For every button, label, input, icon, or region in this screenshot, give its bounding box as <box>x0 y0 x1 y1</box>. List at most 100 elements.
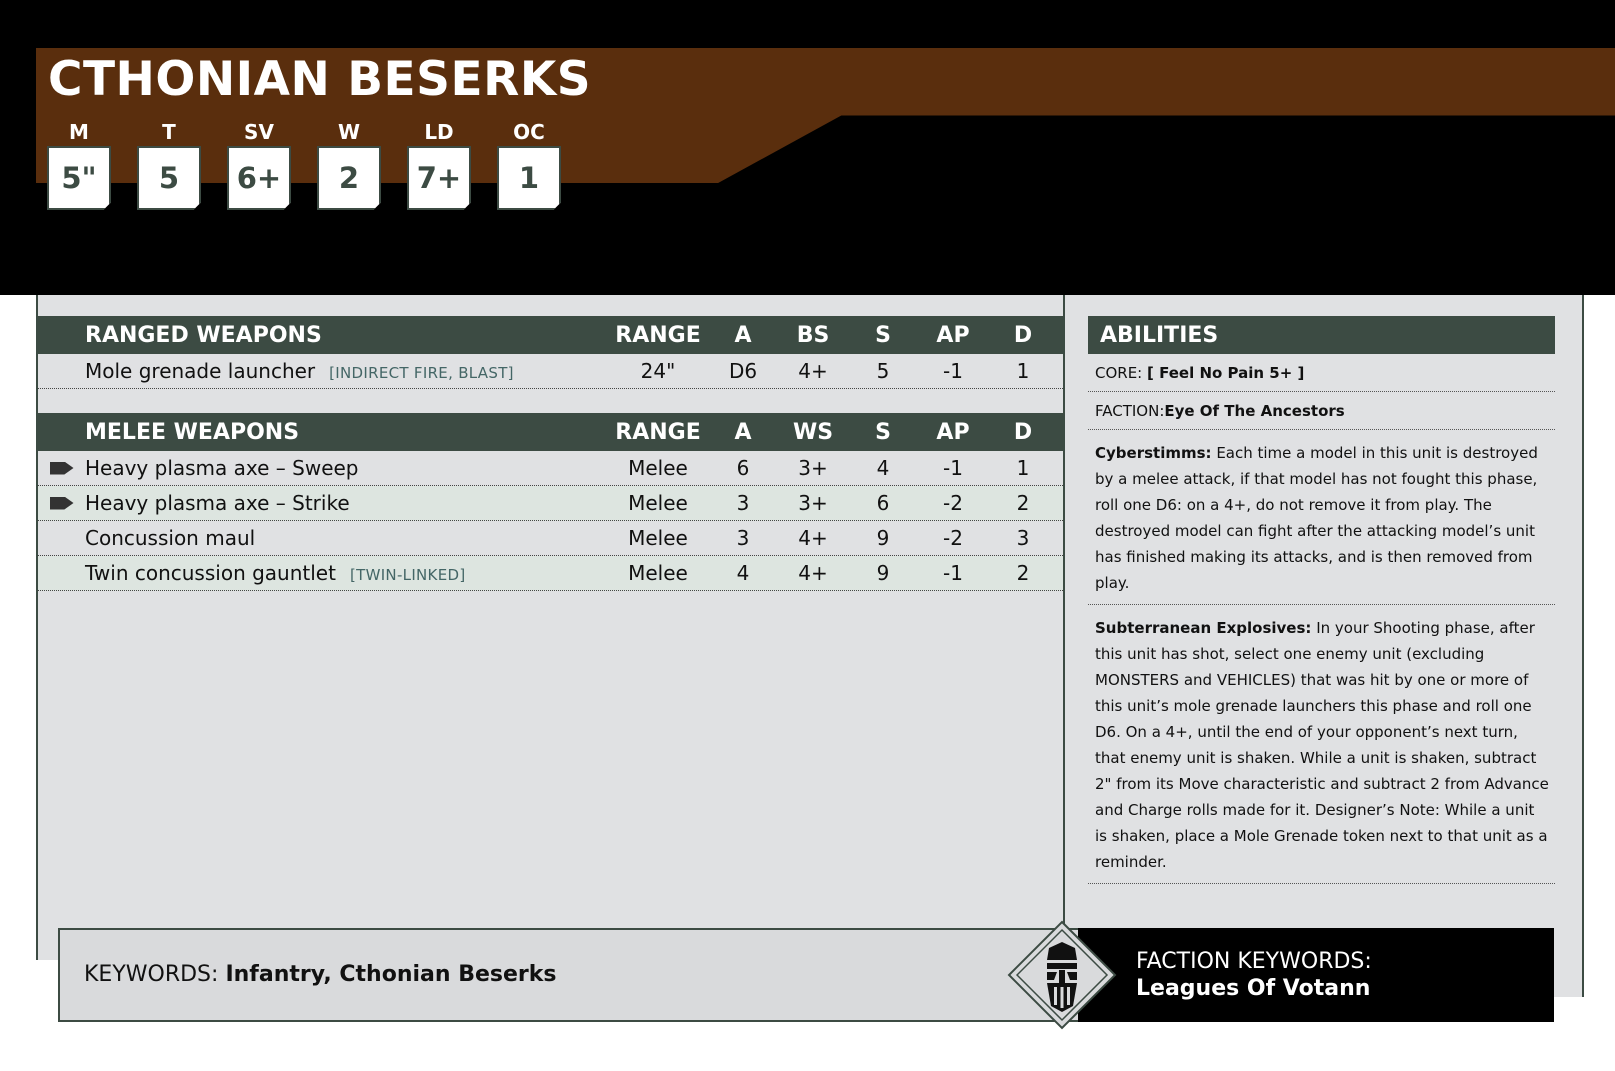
col-a: A <box>734 322 752 348</box>
faction-label: FACTION: <box>1095 402 1165 420</box>
weapon-name: Heavy plasma axe – Strike <box>85 491 350 515</box>
profile-arrow-icon <box>49 461 74 475</box>
column-divider <box>1063 295 1065 925</box>
weapon-skill: 4+ <box>798 561 828 585</box>
weapon-damage: 1 <box>1016 359 1030 383</box>
weapon-keywords: [INDIRECT FIRE, BLAST] <box>329 364 514 382</box>
weapon-skill: 3+ <box>798 456 828 480</box>
weapon-attacks: 6 <box>736 456 750 480</box>
stat-m: M 5" <box>47 118 111 210</box>
weapon-attacks: 3 <box>736 526 750 550</box>
stat-value: 1 <box>497 146 561 210</box>
weapons-section: RANGED WEAPONS RANGE A BS S AP D Mole gr… <box>38 316 1063 591</box>
weapon-range: Melee <box>628 491 688 515</box>
stat-value: 5 <box>137 146 201 210</box>
abilities-title: ABILITIES <box>1088 316 1555 354</box>
stat-label: M <box>69 120 89 144</box>
ability-text: In your Shooting phase, after this unit … <box>1095 619 1549 871</box>
profile-arrow-icon <box>49 496 74 510</box>
weapon-skill: 4+ <box>798 526 828 550</box>
weapon-range: Melee <box>628 526 688 550</box>
weapon-strength: 9 <box>876 526 890 550</box>
faction-keywords-label: FACTION KEYWORDS: <box>1136 949 1372 974</box>
stat-oc: OC 1 <box>497 118 561 210</box>
col-ap: AP <box>936 322 970 348</box>
weapon-damage: 1 <box>1016 456 1030 480</box>
col-s: S <box>875 322 891 348</box>
corner-cut <box>34 960 58 1000</box>
keywords-value: Infantry, Cthonian Beserks <box>225 962 557 987</box>
weapon-range: Melee <box>628 456 688 480</box>
weapon-damage: 2 <box>1016 561 1030 585</box>
stat-t: T 5 <box>137 118 201 210</box>
faction-keywords-box: FACTION KEYWORDS: Leagues Of Votann <box>1078 928 1554 1022</box>
stat-label: SV <box>244 120 274 144</box>
col-range: RANGE <box>615 419 701 445</box>
weapon-name: Heavy plasma axe – Sweep <box>85 456 359 480</box>
weapon-damage: 2 <box>1016 491 1030 515</box>
stat-value: 6+ <box>227 146 291 210</box>
stat-value: 2 <box>317 146 381 210</box>
ranged-title: RANGED WEAPONS <box>85 322 322 348</box>
abilities-section: ABILITIES CORE: [ Feel No Pain 5+ ] FACT… <box>1088 316 1555 884</box>
col-s: S <box>875 419 891 445</box>
col-a: A <box>734 419 752 445</box>
stat-ld: LD 7+ <box>407 118 471 210</box>
stat-value: 5" <box>47 146 111 210</box>
weapon-strength: 9 <box>876 561 890 585</box>
col-ap: AP <box>936 419 970 445</box>
weapon-name: Twin concussion gauntlet <box>85 561 336 585</box>
stat-label: W <box>337 120 361 144</box>
weapon-row: Mole grenade launcher [INDIRECT FIRE, BLA… <box>38 354 1063 389</box>
melee-weapons-header: MELEE WEAPONS RANGE A WS S AP D <box>38 413 1063 451</box>
col-d: D <box>1013 419 1033 445</box>
ability-subterranean-explosives: Subterranean Explosives: In your Shootin… <box>1088 605 1555 884</box>
core-value: [ Feel No Pain 5+ ] <box>1147 364 1305 382</box>
stat-label: T <box>162 120 176 144</box>
unit-name: CTHONIAN BESERKS <box>48 52 592 107</box>
weapon-keywords: [TWIN-LINKED] <box>349 566 466 584</box>
weapon-ap: -1 <box>943 456 963 480</box>
weapon-skill: 4+ <box>798 359 828 383</box>
weapon-attacks: 4 <box>736 561 750 585</box>
weapon-row: Concussion maul Melee 3 4+ 9 -2 3 <box>38 521 1063 556</box>
weapon-strength: 4 <box>876 456 890 480</box>
weapon-ap: -1 <box>943 359 963 383</box>
weapon-ap: -1 <box>943 561 963 585</box>
weapon-name: Mole grenade launcher <box>85 359 316 383</box>
weapon-ap: -2 <box>943 491 963 515</box>
stat-sv: SV 6+ <box>227 118 291 210</box>
weapon-row: Heavy plasma axe – Strike Melee 3 3+ 6 -… <box>38 486 1063 521</box>
ranged-weapons-header: RANGED WEAPONS RANGE A BS S AP D <box>38 316 1063 354</box>
ability-name: Subterranean Explosives: <box>1095 619 1312 637</box>
faction-abilities: FACTION:Eye Of The Ancestors <box>1088 392 1555 430</box>
weapon-range: Melee <box>628 561 688 585</box>
core-label: CORE: <box>1095 364 1143 382</box>
weapon-name: Concussion maul <box>85 526 256 550</box>
votann-emblem-icon <box>1007 920 1117 1030</box>
keywords-text: KEYWORDS: Infantry, Cthonian Beserks <box>84 962 556 987</box>
ability-cyberstimms: Cyberstimms: Each time a model in this u… <box>1088 430 1555 605</box>
stat-label: OC <box>513 120 545 144</box>
weapon-row: Heavy plasma axe – Sweep Melee 6 3+ 4 -1… <box>38 451 1063 486</box>
col-bs: BS <box>796 322 830 348</box>
weapon-ap: -2 <box>943 526 963 550</box>
weapon-strength: 6 <box>876 491 890 515</box>
col-ws: WS <box>792 419 834 445</box>
stat-w: W 2 <box>317 118 381 210</box>
stat-value: 7+ <box>407 146 471 210</box>
ability-text: Each time a model in this unit is destro… <box>1095 444 1538 592</box>
col-range: RANGE <box>615 322 701 348</box>
weapon-damage: 3 <box>1016 526 1030 550</box>
faction-keywords-value: Leagues Of Votann <box>1136 976 1371 1001</box>
faction-value: Eye Of The Ancestors <box>1164 402 1345 420</box>
weapon-skill: 3+ <box>798 491 828 515</box>
weapon-attacks: D6 <box>728 359 758 383</box>
stat-label: LD <box>424 120 454 144</box>
core-abilities: CORE: [ Feel No Pain 5+ ] <box>1088 354 1555 392</box>
col-d: D <box>1013 322 1033 348</box>
ability-name: Cyberstimms: <box>1095 444 1212 462</box>
faction-keywords-text: FACTION KEYWORDS: Leagues Of Votann <box>1136 948 1372 1002</box>
weapon-attacks: 3 <box>736 491 750 515</box>
weapon-row: Twin concussion gauntlet [TWIN-LINKED] Me… <box>38 556 1063 591</box>
